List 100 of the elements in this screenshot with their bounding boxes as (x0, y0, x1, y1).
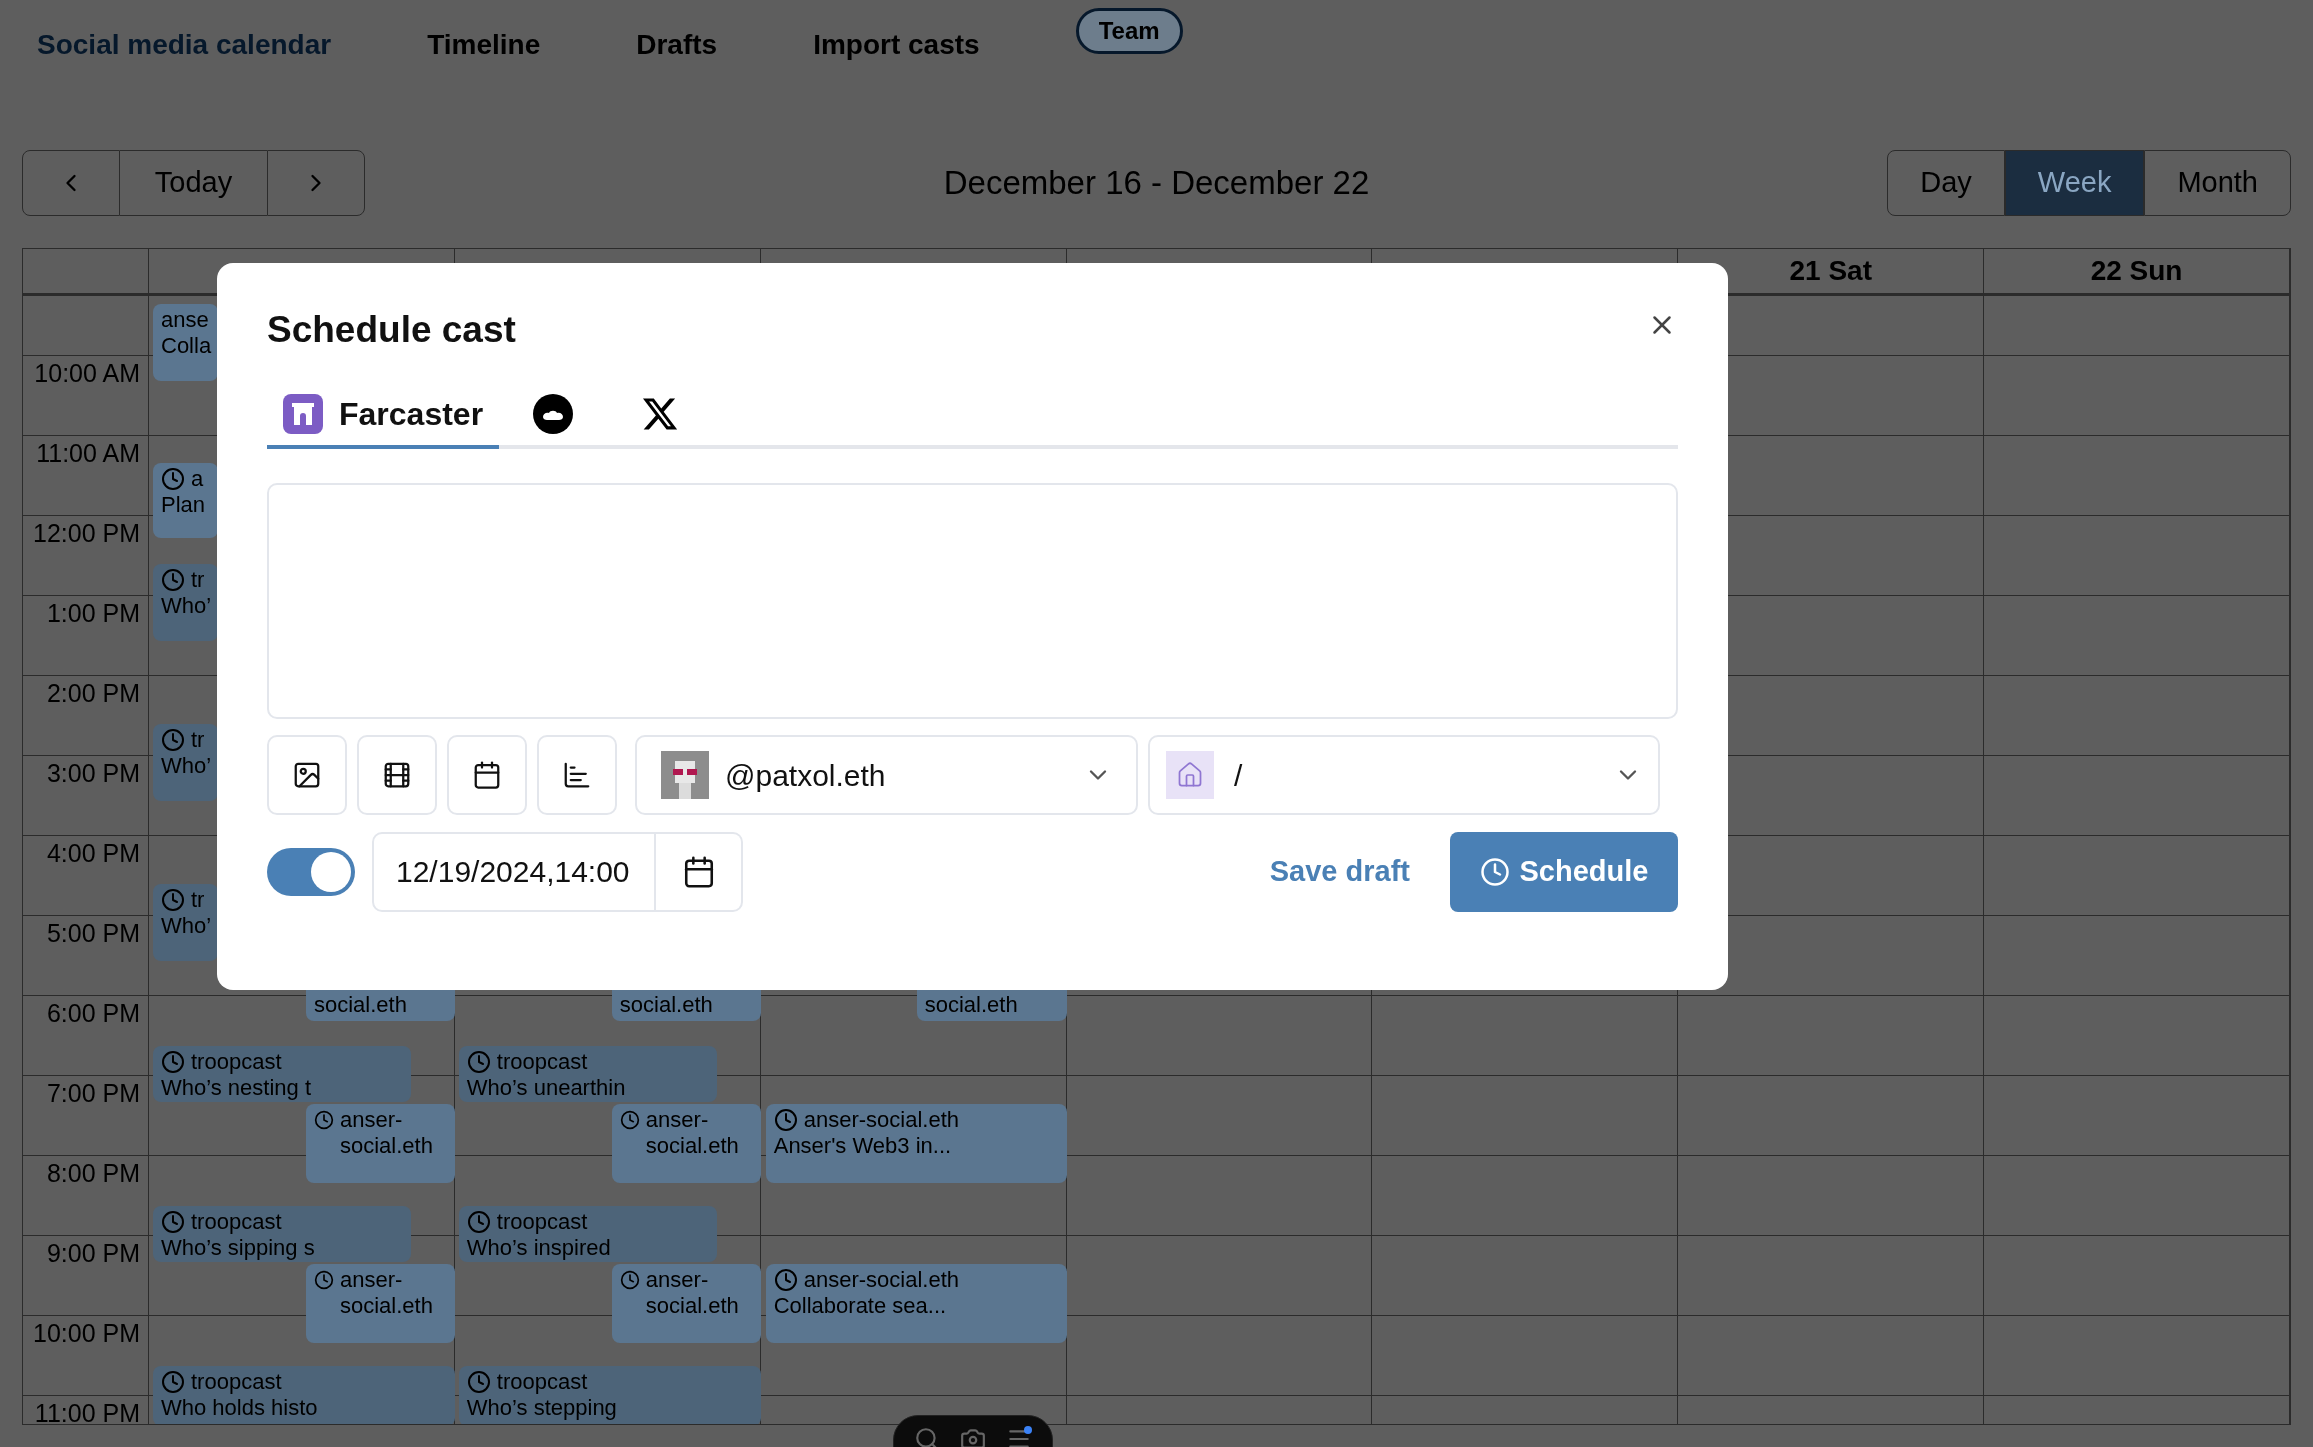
event-text: social.eth (340, 1293, 433, 1319)
platform-tab[interactable]: Farcaster (267, 383, 500, 449)
calendar-icon (472, 760, 502, 790)
dialog-title: Schedule cast (267, 308, 516, 352)
camera-icon[interactable] (960, 1426, 986, 1447)
time-label: 4:00 PM (46, 838, 140, 869)
video-button[interactable] (357, 735, 437, 815)
nav-link[interactable]: Drafts (636, 24, 718, 66)
event-title: anser- (340, 1267, 403, 1293)
time-label: 8:00 PM (46, 1158, 140, 1189)
event-title: tr (191, 567, 205, 593)
event-title: troopcast (191, 1209, 282, 1235)
day-header: 21 Sat (1789, 254, 1872, 288)
event-card[interactable]: tr Who’ (153, 884, 218, 961)
time-label: 10:00 AM (34, 358, 140, 389)
time-label: 1:00 PM (46, 598, 140, 629)
save-draft-link[interactable]: Save draft (1269, 850, 1410, 894)
event-title: troopcast (496, 1209, 588, 1235)
clock-icon (1479, 857, 1510, 887)
event-card[interactable]: anser- social.eth (306, 1264, 455, 1343)
image-icon (292, 760, 322, 790)
event-button[interactable] (447, 735, 527, 815)
event-card[interactable]: troopcast Who’s stepping (458, 1366, 761, 1424)
nav-link[interactable]: Import casts (813, 24, 980, 66)
event-title: anser-social.eth (803, 1107, 959, 1133)
event-title: anse (161, 307, 209, 333)
event-card[interactable]: anser- social.eth (611, 1104, 761, 1183)
view-tab[interactable]: Day (1887, 150, 2005, 216)
time-label: 2:00 PM (46, 678, 140, 709)
event-title: tr (191, 727, 205, 753)
event-title: anser- (340, 1107, 403, 1133)
time-label: 6:00 PM (46, 998, 140, 1029)
day-header: 22 Sun (2090, 254, 2183, 288)
event-text: Who’s stepping (466, 1395, 617, 1421)
event-title: anser- (645, 1267, 709, 1293)
event-title: troopcast (191, 1369, 282, 1395)
event-text: Who’ (161, 593, 212, 619)
event-title: troopcast (191, 1049, 282, 1075)
event-card[interactable]: troopcast Who holds histo (153, 1366, 455, 1424)
event-card[interactable]: anser-social.eth Anser's Web3 in... (765, 1104, 1067, 1183)
date-time-field[interactable]: 12/19/2024,14:00 (372, 832, 656, 912)
event-card[interactable]: anser- social.eth (611, 1264, 761, 1343)
event-title: troopcast (496, 1369, 588, 1395)
event-text: Who’s nesting t (161, 1075, 311, 1101)
event-text: Who’ (161, 753, 212, 779)
schedule-button[interactable]: Schedule (1450, 832, 1678, 912)
event-text: social.eth (645, 1293, 739, 1319)
time-label: 10:00 PM (33, 1318, 140, 1349)
event-card[interactable]: anser-social.eth Collaborate sea... (765, 1264, 1067, 1343)
event-text: social.eth (645, 1133, 739, 1159)
today-button[interactable]: Today (120, 150, 267, 216)
event-title: anser-social.eth (803, 1267, 959, 1293)
view-tab[interactable]: Week (2004, 150, 2145, 216)
time-label: 12:00 PM (33, 518, 140, 549)
time-label: 11:00 AM (36, 438, 140, 469)
bar-chart-icon (562, 760, 592, 790)
event-title: troopcast (496, 1049, 588, 1075)
event-title: social.eth (924, 992, 1018, 1018)
event-text: Who’ (161, 913, 212, 939)
event-title: anser- (645, 1107, 709, 1133)
event-text: Colla (161, 333, 212, 359)
time-label: 5:00 PM (46, 918, 140, 949)
nav-link[interactable]: Timeline (427, 24, 541, 66)
event-title: a (191, 466, 204, 492)
time-label: 3:00 PM (46, 758, 140, 789)
event-card[interactable]: anse Colla (153, 304, 218, 381)
event-text: Who holds histo (161, 1395, 318, 1421)
avatar-icon (661, 751, 709, 799)
event-card[interactable]: anser- social.eth (306, 1104, 455, 1183)
event-card[interactable]: tr Who’ (153, 724, 218, 801)
event-title: social.eth (619, 992, 713, 1018)
event-card[interactable]: tr Who’ (153, 564, 218, 641)
event-text: Anser's Web3 in... (773, 1133, 952, 1159)
event-card[interactable]: a Plan (153, 463, 218, 538)
event-text: Collaborate sea... (773, 1293, 947, 1319)
cloud-logo-icon (533, 394, 574, 434)
image-button[interactable] (267, 735, 347, 815)
account-select[interactable]: @patxol.eth (635, 735, 1138, 815)
event-text: Plan (161, 492, 206, 518)
event-title: tr (191, 887, 205, 913)
film-icon (382, 760, 412, 790)
event-text: social.eth (340, 1133, 433, 1159)
channel-select[interactable]: / (1148, 735, 1660, 815)
time-label: 11:00 PM (34, 1398, 140, 1424)
time-label: 9:00 PM (46, 1238, 140, 1269)
cast-text-field[interactable] (267, 483, 1678, 719)
poll-button[interactable] (537, 735, 617, 815)
house-icon (1166, 751, 1214, 799)
event-text: Who’s unearthin (466, 1075, 626, 1101)
schedule-toggle[interactable] (267, 848, 355, 896)
nav-link[interactable]: Social media calendar (37, 24, 332, 66)
event-text: Who’s inspired (466, 1235, 611, 1261)
date-range-title: December 16 - December 22 (943, 163, 1370, 204)
event-title: social.eth (314, 992, 407, 1018)
calendar-button[interactable] (656, 832, 743, 912)
time-label: 7:00 PM (46, 1078, 140, 1109)
team-badge: Team (1075, 8, 1183, 54)
arch-logo-icon (283, 394, 323, 434)
view-tab[interactable]: Month (2144, 150, 2291, 216)
event-text: Who’s sipping s (161, 1235, 315, 1261)
